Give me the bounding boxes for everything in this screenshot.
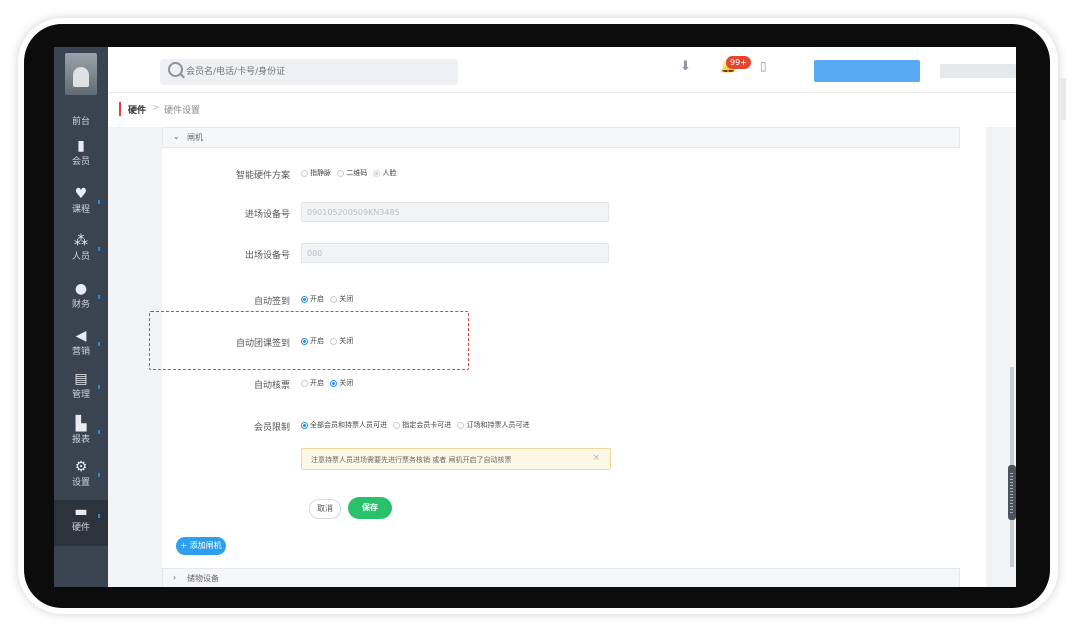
chevron-right-icon: ›: [173, 573, 177, 582]
sidebar-item-marketing[interactable]: ◀ 营销: [54, 328, 108, 372]
radio-icon: [330, 295, 338, 303]
scheme-radio-group: 指静脉 二维码 人脸: [301, 168, 400, 178]
top-bar: ⬇ 🔔 99+ ▯: [108, 47, 1016, 92]
notice-row: 注意持票人员进场需要先进行票务核销 或者 闸机开启了自动核票 ×: [162, 448, 622, 470]
breadcrumb-root[interactable]: 硬件: [128, 103, 146, 116]
submenu-indicator: [98, 295, 100, 299]
sidebar-item-settings[interactable]: ⚙ 设置: [54, 459, 108, 503]
radio-icon: [337, 169, 345, 177]
member-limit-label: 会员限制: [253, 423, 290, 433]
sidebar-item-label: 设置: [71, 478, 90, 488]
sidebar-item-label: 财务: [71, 300, 90, 310]
auto-checkin-label: 自动签到: [253, 297, 290, 307]
download-icon[interactable]: ⬇: [680, 59, 691, 74]
auto-ticket-on[interactable]: 开启: [301, 378, 324, 388]
breadcrumb: 硬件 > 硬件设置: [108, 92, 1016, 127]
radio-icon: [330, 379, 338, 387]
exit-device-field[interactable]: 000: [301, 243, 609, 263]
main-content: ⌄ 闸机 智能硬件方案 指静脉 二维码 人脸 进场设备号 09010520050…: [149, 127, 986, 587]
breadcrumb-current: 硬件设置: [164, 106, 201, 116]
auto-ticket-label: 自动核票: [253, 381, 290, 391]
breadcrumb-separator: >: [152, 103, 160, 113]
search-input[interactable]: [186, 63, 446, 81]
auto-checkin-on[interactable]: 开启: [301, 294, 324, 304]
sidebar-item-label: 营销: [71, 347, 90, 357]
notification-badge: 99+: [726, 56, 751, 69]
storage-panel-header[interactable]: › 储物设备: [162, 568, 960, 587]
sidebar-item-label: 硬件: [71, 523, 90, 533]
auto-ticket-radio-group: 开启 关闭: [301, 378, 357, 388]
side-handle[interactable]: [1008, 465, 1016, 520]
entry-device-field[interactable]: 090105200509KN3485: [301, 202, 609, 222]
member-limit-booking[interactable]: 订场和持票人员可进: [457, 420, 529, 430]
gate-panel-header[interactable]: ⌄ 闸机: [162, 127, 960, 148]
submenu-indicator: [98, 342, 100, 346]
sidebar-item-management[interactable]: ▤ 管理: [54, 371, 108, 415]
radio-icon: [301, 421, 308, 429]
submenu-indicator: [98, 514, 100, 518]
sidebar-item-label: 会员: [71, 157, 90, 167]
search-box: [160, 59, 458, 85]
gate-panel-title: 闸机: [187, 133, 203, 142]
sidebar-item-course[interactable]: ♥ 课程: [54, 186, 108, 230]
breadcrumb-marker: [119, 102, 121, 116]
sidebar-item-label: 管理: [71, 390, 90, 400]
storage-panel-title: 储物设备: [187, 574, 219, 583]
scheme-option-face[interactable]: 人脸: [373, 168, 396, 178]
auto-checkin-off[interactable]: 关闭: [330, 294, 353, 304]
app-screen: 前台 ▮ 会员 ♥ 课程 ⁂ 人员 ● 财务 ◀ 营销 ▤ 管理 ▙ 报表 ⚙ …: [54, 47, 1016, 587]
highlight-annotation: [149, 311, 469, 370]
submenu-indicator: [98, 200, 100, 204]
member-limit-card[interactable]: 指定会员卡可进: [393, 420, 451, 430]
mobile-icon[interactable]: ▯: [760, 59, 767, 73]
sidebar-item-label: 前台: [71, 117, 90, 127]
scheme-option-vein[interactable]: 指静脉: [301, 168, 331, 178]
sidebar-item-finance[interactable]: ● 财务: [54, 281, 108, 325]
submenu-indicator: [98, 430, 100, 434]
radio-icon: [457, 421, 465, 429]
save-button[interactable]: 保存: [348, 497, 392, 519]
add-gate-button[interactable]: + 添加闸机: [176, 537, 226, 555]
auto-checkin-radio-group: 开启 关闭: [301, 294, 357, 304]
radio-icon: [373, 169, 381, 177]
close-icon[interactable]: ×: [592, 453, 600, 463]
scheme-label: 智能硬件方案: [235, 171, 290, 181]
search-icon: [168, 62, 183, 77]
avatar[interactable]: [65, 53, 97, 95]
chevron-down-icon: ⌄: [173, 132, 180, 141]
exit-device-label: 出场设备号: [244, 251, 290, 261]
sidebar-item-label: 报表: [71, 435, 90, 445]
submenu-indicator: [98, 473, 100, 477]
submenu-indicator: [98, 385, 100, 389]
submenu-indicator: [98, 247, 100, 251]
sidebar-item-report[interactable]: ▙ 报表: [54, 416, 108, 460]
scheme-option-qrcode[interactable]: 二维码: [337, 168, 367, 178]
entry-device-label: 进场设备号: [244, 210, 290, 220]
sidebar-item-hardware[interactable]: ▬ 硬件: [54, 500, 108, 546]
cancel-button[interactable]: 取消: [309, 499, 341, 519]
notice-alert: 注意持票人员进场需要先进行票务核销 或者 闸机开启了自动核票 ×: [301, 448, 611, 470]
ghost-panel: [1058, 78, 1066, 120]
sidebar-item-member[interactable]: ▮ 会员: [54, 138, 108, 182]
sidebar: 前台 ▮ 会员 ♥ 课程 ⁂ 人员 ● 财务 ◀ 营销 ▤ 管理 ▙ 报表 ⚙ …: [54, 47, 108, 587]
radio-icon: [301, 379, 308, 387]
action-row: 取消 保存: [162, 497, 422, 521]
notice-text: 注意持票人员进场需要先进行票务核销 或者 闸机开启了自动核票: [311, 456, 512, 464]
radio-icon: [393, 421, 401, 429]
blurred-store-button[interactable]: [814, 60, 920, 82]
sidebar-item-label: 课程: [71, 205, 90, 215]
radio-icon: [301, 295, 308, 303]
sidebar-item-label: 人员: [71, 252, 90, 262]
blurred-user-menu[interactable]: [940, 64, 1016, 78]
member-icon: ▮: [77, 138, 85, 154]
auto-ticket-off[interactable]: 关闭: [330, 378, 353, 388]
sidebar-item-staff[interactable]: ⁂ 人员: [54, 233, 108, 277]
member-limit-all[interactable]: 全部会员和持票人员可进: [301, 420, 387, 430]
hardware-icon: ▬: [74, 504, 88, 520]
radio-icon: [301, 169, 308, 177]
member-limit-radio-group: 全部会员和持票人员可进 指定会员卡可进 订场和持票人员可进: [301, 420, 533, 430]
